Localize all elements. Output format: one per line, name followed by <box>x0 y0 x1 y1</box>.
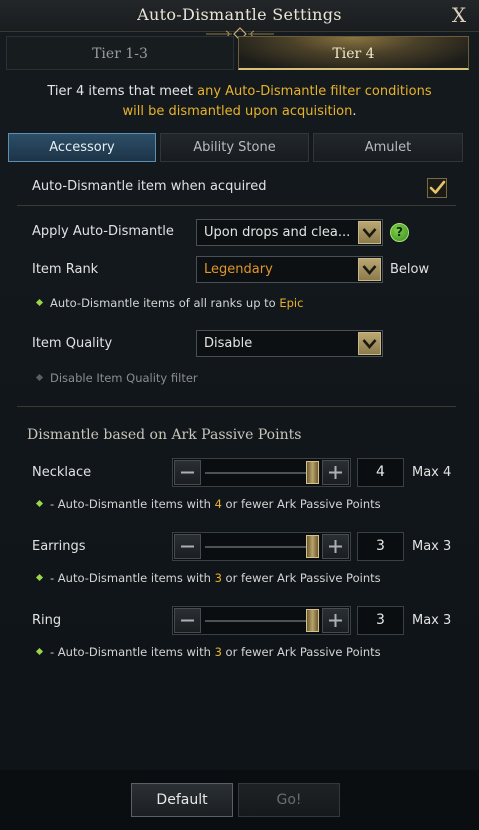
bullet-icon <box>35 573 44 582</box>
go-button[interactable]: Go! <box>238 783 340 817</box>
slider-track <box>205 546 318 548</box>
slider-thumb[interactable] <box>306 535 319 558</box>
bullet-icon <box>35 373 44 382</box>
tab-tier-1-3[interactable]: Tier 1-3 <box>6 36 234 70</box>
tab-ability-stone[interactable]: Ability Stone <box>160 133 309 162</box>
note-value: 3 <box>214 571 222 585</box>
necklace-label: Necklace <box>32 465 92 480</box>
minus-icon[interactable] <box>174 460 201 485</box>
item-quality-value: Disable <box>204 336 253 351</box>
apply-select-value: Upon drops and clea... <box>204 225 351 240</box>
earrings-value[interactable]: 3 <box>357 532 404 561</box>
item-rank-note-text: Auto-Dismantle items of all ranks up to <box>50 296 280 310</box>
earrings-slider[interactable] <box>172 532 351 561</box>
chevron-down-icon <box>358 258 381 281</box>
item-rank-note-highlight: Epic <box>279 296 304 310</box>
bullet-icon <box>35 298 44 307</box>
slider-track <box>205 472 318 474</box>
description-highlight-2: will be dismantled upon acquisition <box>122 104 353 119</box>
window-title: Auto-Dismantle Settings <box>137 5 342 24</box>
description-text: Tier 4 items that meet <box>47 84 198 99</box>
ring-note: - Auto-Dismantle items with 3 or fewer A… <box>35 645 381 659</box>
note-value: 4 <box>214 497 222 511</box>
tab-accessory[interactable]: Accessory <box>8 133 156 162</box>
ark-passive-section-title: Dismantle based on Ark Passive Points <box>27 427 302 443</box>
plus-icon[interactable] <box>322 534 349 559</box>
apply-auto-dismantle-select[interactable]: Upon drops and clea... <box>196 219 383 246</box>
ring-label: Ring <box>32 613 62 628</box>
tab-amulet[interactable]: Amulet <box>313 133 463 162</box>
note-text: or fewer Ark Passive Points <box>221 497 381 511</box>
earrings-note: - Auto-Dismantle items with 3 or fewer A… <box>35 571 381 585</box>
category-tabs: Accessory Ability Stone Amulet <box>8 133 463 162</box>
minus-icon[interactable] <box>174 534 201 559</box>
description-end: . <box>352 104 357 119</box>
note-text: - Auto-Dismantle items with <box>50 571 215 585</box>
plus-icon[interactable] <box>322 608 349 633</box>
tier-description: Tier 4 items that meet any Auto-Dismantl… <box>0 82 479 122</box>
divider <box>17 406 456 407</box>
auto-dismantle-when-acquired-label: Auto-Dismantle item when acquired <box>32 179 267 194</box>
item-rank-select[interactable]: Legendary <box>196 256 383 283</box>
apply-auto-dismantle-label: Apply Auto-Dismantle <box>32 224 174 239</box>
slider-track <box>205 620 318 622</box>
necklace-slider[interactable] <box>172 458 351 487</box>
item-quality-note: Disable Item Quality filter <box>35 371 198 385</box>
checkmark-icon <box>429 180 446 194</box>
ring-slider[interactable] <box>172 606 351 635</box>
necklace-value[interactable]: 4 <box>357 458 404 487</box>
earrings-label: Earrings <box>32 539 86 554</box>
bullet-icon <box>35 647 44 656</box>
plus-icon[interactable] <box>322 460 349 485</box>
description-highlight: any Auto-Dismantle filter conditions <box>197 84 432 99</box>
title-bar: Auto-Dismantle Settings X <box>0 0 479 41</box>
minus-icon[interactable] <box>174 608 201 633</box>
default-button[interactable]: Default <box>131 783 233 817</box>
auto-dismantle-checkbox[interactable] <box>427 178 447 198</box>
chevron-down-icon <box>358 332 381 355</box>
tier-tabs: Tier 1-3 Tier 4 <box>6 36 469 70</box>
note-value: 3 <box>214 645 222 659</box>
item-quality-select[interactable]: Disable <box>196 330 383 357</box>
ring-max: Max 3 <box>412 613 452 628</box>
earrings-max: Max 3 <box>412 539 452 554</box>
note-text: or fewer Ark Passive Points <box>221 571 381 585</box>
necklace-max: Max 4 <box>412 465 452 480</box>
auto-dismantle-window: Auto-Dismantle Settings X Tier 1-3 Tier … <box>0 0 479 830</box>
item-rank-value: Legendary <box>204 262 273 277</box>
slider-thumb[interactable] <box>306 461 319 484</box>
chevron-down-icon <box>358 221 381 244</box>
item-rank-suffix: Below <box>390 262 430 277</box>
item-rank-note: Auto-Dismantle items of all ranks up to … <box>35 296 304 310</box>
necklace-note: - Auto-Dismantle items with 4 or fewer A… <box>35 497 381 511</box>
ring-value[interactable]: 3 <box>357 606 404 635</box>
note-text: - Auto-Dismantle items with <box>50 497 215 511</box>
item-quality-label: Item Quality <box>32 336 113 351</box>
note-text: or fewer Ark Passive Points <box>221 645 381 659</box>
help-icon[interactable]: ? <box>390 223 409 242</box>
bullet-icon <box>35 499 44 508</box>
slider-thumb[interactable] <box>306 609 319 632</box>
tab-tier-4[interactable]: Tier 4 <box>238 36 469 70</box>
divider <box>17 205 456 206</box>
close-icon[interactable]: X <box>447 2 471 28</box>
item-quality-note-text: Disable Item Quality filter <box>50 371 198 385</box>
note-text: - Auto-Dismantle items with <box>50 645 215 659</box>
item-rank-label: Item Rank <box>32 262 99 277</box>
